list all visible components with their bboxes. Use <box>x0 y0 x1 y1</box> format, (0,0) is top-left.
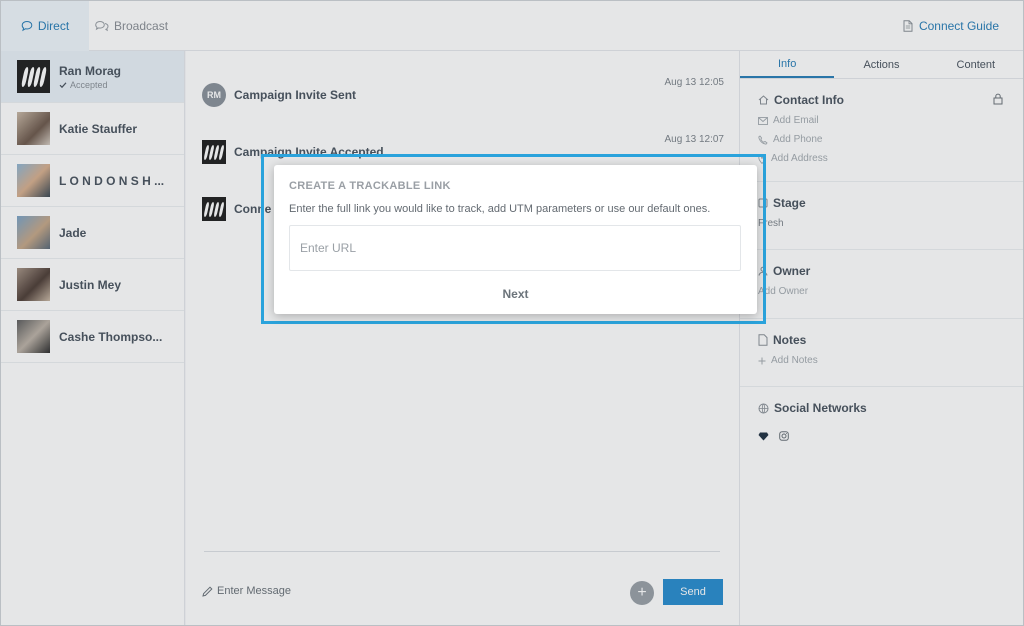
url-input[interactable] <box>289 225 741 271</box>
dialog-title: CREATE A TRACKABLE LINK <box>289 180 451 192</box>
next-button[interactable]: Next <box>274 283 757 305</box>
trackable-link-dialog: CREATE A TRACKABLE LINK Enter the full l… <box>274 165 757 314</box>
dialog-description: Enter the full link you would like to tr… <box>289 203 711 215</box>
